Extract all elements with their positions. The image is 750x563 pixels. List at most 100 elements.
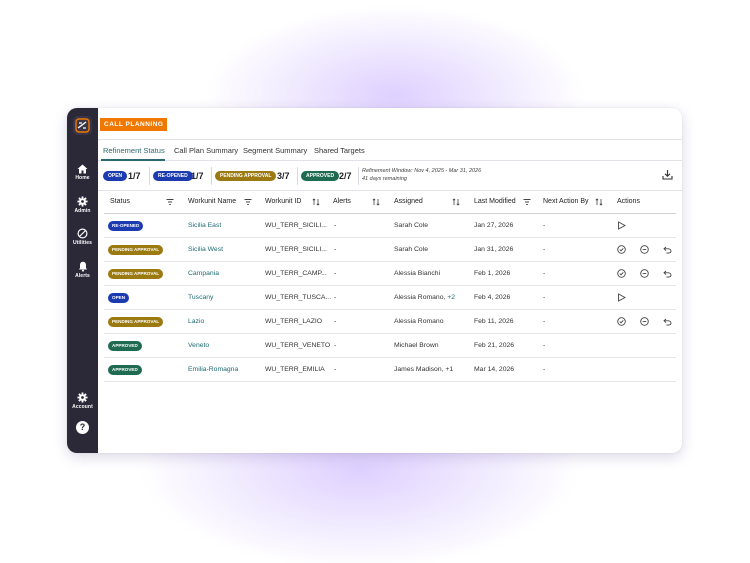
sidebar-item-account[interactable]: Account [67, 392, 98, 410]
help-icon[interactable]: ? [76, 421, 89, 434]
sort-icon[interactable] [372, 198, 380, 206]
table-row[interactable]: PENDING APPROVAL Campania WU_TERR_CAMP..… [104, 262, 676, 286]
assigned-value: Alessia Romano, +2 [394, 286, 455, 310]
column-header-last-modified[interactable]: Last Modified [474, 191, 516, 213]
approve-check-icon[interactable] [617, 245, 626, 254]
filter-icon[interactable] [523, 198, 531, 206]
workunit-name-link[interactable]: Sicilia East [188, 214, 221, 238]
workunit-name-link[interactable]: Sicilia West [188, 238, 223, 262]
column-header-workunit-name[interactable]: Workunit Name [188, 191, 236, 213]
undo-icon[interactable] [663, 269, 672, 278]
sidebar-item-label: Admin [74, 208, 91, 214]
undo-icon[interactable] [663, 245, 672, 254]
sidebar: Home Admin Utilities Alerts Account ? [67, 108, 98, 453]
sort-icon[interactable] [452, 198, 460, 206]
column-header-next-action-by[interactable]: Next Action By [543, 191, 589, 213]
divider [149, 167, 150, 185]
status-badge: PENDING APPROVAL [108, 245, 164, 255]
assigned-extra[interactable]: +2 [447, 294, 455, 301]
alerts-value: - [334, 270, 337, 277]
approve-check-icon[interactable] [617, 269, 626, 278]
reject-minus-icon[interactable] [640, 317, 649, 326]
sidebar-item-utilities[interactable]: Utilities [67, 228, 98, 246]
workunit-name-link[interactable]: Campania [188, 262, 219, 286]
status-badge: PENDING APPROVAL [108, 269, 164, 279]
last-modified-value: Feb 4, 2026 [474, 294, 511, 301]
assigned-value: Alessia Bianchi [394, 262, 440, 286]
refinement-window: Refinement Window: Nov 4, 2025 - Mar 31,… [362, 167, 481, 183]
filter-icon[interactable] [166, 198, 174, 206]
tab-refinement-status[interactable]: Refinement Status [103, 140, 165, 161]
workunit-id: WU_TERR_LAZIO [265, 318, 323, 325]
tab-segment-summary[interactable]: Segment Summary [243, 140, 307, 161]
undo-icon[interactable] [663, 317, 672, 326]
assigned-name: Alessia Romano [394, 318, 444, 325]
table-row[interactable]: PENDING APPROVAL Sicilia West WU_TERR_SI… [104, 238, 676, 262]
assigned-value: Alessia Romano [394, 310, 444, 334]
sidebar-item-label: Account [72, 404, 93, 410]
divider [297, 167, 298, 185]
sidebar-item-admin[interactable]: Admin [67, 196, 98, 214]
assigned-name: Sarah Cole [394, 246, 429, 253]
table-row[interactable]: PENDING APPROVAL Lazio WU_TERR_LAZIO - A… [104, 310, 676, 334]
column-header-workunit-id[interactable]: Workunit ID [265, 191, 301, 213]
workunit-name-link[interactable]: Emilia-Romagna [188, 358, 238, 382]
status-badge: APPROVED [108, 341, 142, 351]
pending-approval-count: 3/7 [277, 171, 290, 181]
download-icon[interactable] [662, 169, 673, 180]
gear-icon [77, 392, 88, 403]
column-header-actions: Actions [617, 198, 640, 205]
tab-call-plan-summary[interactable]: Call Plan Summary [174, 140, 238, 161]
reopened-count: 1/7 [191, 171, 204, 181]
workunit-id: WU_TERR_SICILI... [265, 222, 327, 229]
reject-minus-icon[interactable] [640, 245, 649, 254]
refinement-window-dates: Refinement Window: Nov 4, 2025 - Mar 31,… [362, 168, 482, 174]
workunit-id: WU_TERR_TUSCA... [265, 294, 332, 301]
column-header-status[interactable]: Status [110, 191, 130, 213]
app-title-badge: CALL PLANNING [100, 118, 168, 131]
send-icon[interactable] [617, 293, 626, 302]
next-action-value: - [543, 270, 546, 277]
divider [358, 167, 359, 185]
workunit-table: Status Workunit Name Workunit ID Alerts … [104, 191, 676, 382]
workunit-name-link[interactable]: Lazio [188, 310, 204, 334]
assigned-name: Sarah Cole [394, 222, 429, 229]
table-row[interactable]: RE-OPENED Sicilia East WU_TERR_SICILI...… [104, 214, 676, 238]
workunit-id: WU_TERR_CAMP... [265, 270, 327, 277]
filter-icon[interactable] [244, 198, 252, 206]
workunit-id: WU_TERR_SICILI... [265, 246, 327, 253]
app-logo[interactable] [73, 116, 92, 135]
gear-icon [77, 196, 88, 207]
status-badge: PENDING APPROVAL [108, 317, 164, 327]
tab-shared-targets[interactable]: Shared Targets [314, 140, 365, 161]
last-modified-value: Feb 11, 2026 [474, 318, 514, 325]
table-row[interactable]: APPROVED Veneto WU_TERR_VENETO - Michael… [104, 334, 676, 358]
alerts-value: - [334, 294, 337, 301]
next-action-value: - [543, 294, 546, 301]
sidebar-item-label: Alerts [75, 273, 90, 279]
workunit-name-link[interactable]: Tuscany [188, 286, 213, 310]
column-header-alerts[interactable]: Alerts [333, 191, 351, 213]
utilities-icon [77, 228, 88, 239]
assigned-name: Alessia Romano, [394, 294, 446, 301]
assigned-name: Michael Brown [394, 342, 439, 349]
alerts-value: - [334, 222, 337, 229]
open-badge: OPEN [103, 171, 128, 181]
workunit-name-link[interactable]: Veneto [188, 334, 209, 358]
approve-check-icon[interactable] [617, 317, 626, 326]
sidebar-item-home[interactable]: Home [67, 164, 98, 181]
table-row[interactable]: APPROVED Emilia-Romagna WU_TERR_EMILIA -… [104, 358, 676, 382]
sort-icon[interactable] [312, 198, 320, 206]
last-modified-value: Jan 27, 2026 [474, 222, 514, 229]
column-header-assigned[interactable]: Assigned [394, 191, 423, 213]
assigned-name: Alessia Bianchi [394, 270, 441, 277]
reject-minus-icon[interactable] [640, 269, 649, 278]
table-header: Status Workunit Name Workunit ID Alerts … [104, 191, 676, 214]
sidebar-item-alerts[interactable]: Alerts [67, 261, 98, 279]
sort-icon[interactable] [595, 198, 603, 206]
table-row[interactable]: OPEN Tuscany WU_TERR_TUSCA... - Alessia … [104, 286, 676, 310]
app-window: Home Admin Utilities Alerts Account ? CA… [67, 108, 682, 453]
sidebar-item-label: Utilities [73, 240, 92, 246]
alerts-value: - [334, 342, 337, 349]
send-icon[interactable] [617, 221, 626, 230]
